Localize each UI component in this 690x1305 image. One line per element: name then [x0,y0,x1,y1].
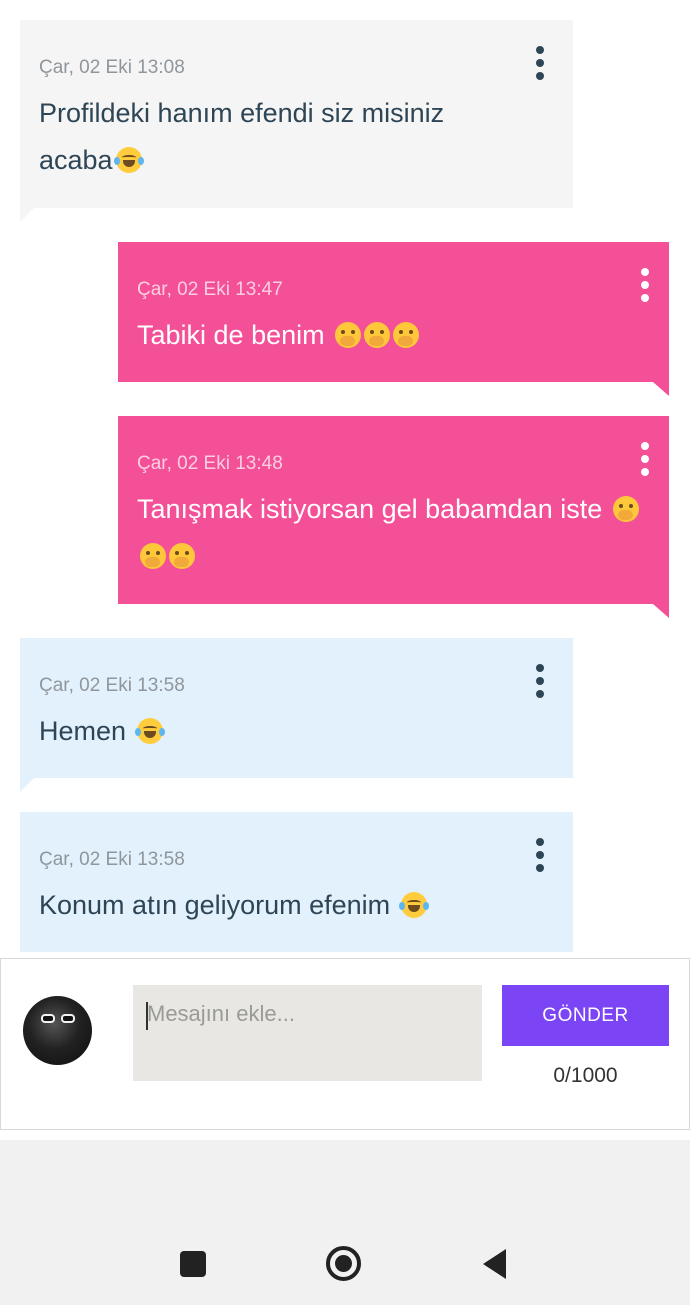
message-text: Profildeki hanım efendi siz misiniz acab… [39,98,445,175]
message-composer: GÖNDER 0/1000 [0,958,690,1130]
message-bubble-outgoing: Çar, 02 Eki 13:47 Tabiki de benim [118,242,669,396]
message-list[interactable]: Çar, 02 Eki 13:08 Profildeki hanım efend… [0,0,690,958]
hand-over-mouth-emoji [612,496,639,522]
character-counter: 0/1000 [553,1064,618,1087]
user-avatar[interactable] [23,996,92,1065]
hand-over-mouth-emoji [335,322,362,348]
message-bubble-incoming: Çar, 02 Eki 13:58 Konum atın geliyorum e… [20,812,573,952]
bubble-tail [20,778,34,792]
message-text: Tabiki de benim [137,312,637,359]
message-menu-icon[interactable] [530,664,550,698]
message-bubble-incoming: Çar, 02 Eki 13:58 Hemen [20,638,573,792]
message-menu-icon[interactable] [530,46,550,80]
message-bubble-outgoing: Çar, 02 Eki 13:48 Tanışmak istiyorsan ge… [118,416,669,618]
recent-apps-icon[interactable] [180,1251,206,1277]
bubble-tail [653,604,669,618]
hand-over-mouth-emoji [393,322,420,348]
message-timestamp: Çar, 02 Eki 13:58 [39,675,185,696]
message-bubble-incoming: Çar, 02 Eki 13:08 Profildeki hanım efend… [20,20,573,222]
laughing-with-tears-emoji [134,718,165,744]
back-icon[interactable] [483,1249,506,1279]
message-timestamp: Çar, 02 Eki 13:48 [137,453,283,474]
message-text: Konum atın geliyorum efenim [39,882,539,929]
text-caret [146,1002,148,1030]
message-menu-icon[interactable] [635,268,655,302]
sunglasses-icon [41,1014,75,1024]
bubble-tail [20,208,34,222]
message-text: Hemen [39,708,519,755]
home-icon[interactable] [326,1246,361,1281]
bubble-tail [653,382,669,396]
message-timestamp: Çar, 02 Eki 13:08 [39,57,185,78]
hand-over-mouth-emoji [364,322,391,348]
message-timestamp: Çar, 02 Eki 13:58 [39,849,185,870]
hand-over-mouth-emoji [169,543,195,569]
message-input[interactable] [133,985,482,1081]
hand-over-mouth-emoji [140,543,166,569]
message-timestamp: Çar, 02 Eki 13:47 [137,279,283,300]
system-navigation-bar [0,1225,690,1305]
send-button[interactable]: GÖNDER [502,985,669,1046]
laughing-with-tears-emoji [398,892,429,918]
message-menu-icon[interactable] [635,442,655,476]
message-text: Tanışmak istiyorsan gel babamdan iste [137,486,657,580]
laughing-with-tears-emoji [113,147,144,173]
message-menu-icon[interactable] [530,838,550,872]
